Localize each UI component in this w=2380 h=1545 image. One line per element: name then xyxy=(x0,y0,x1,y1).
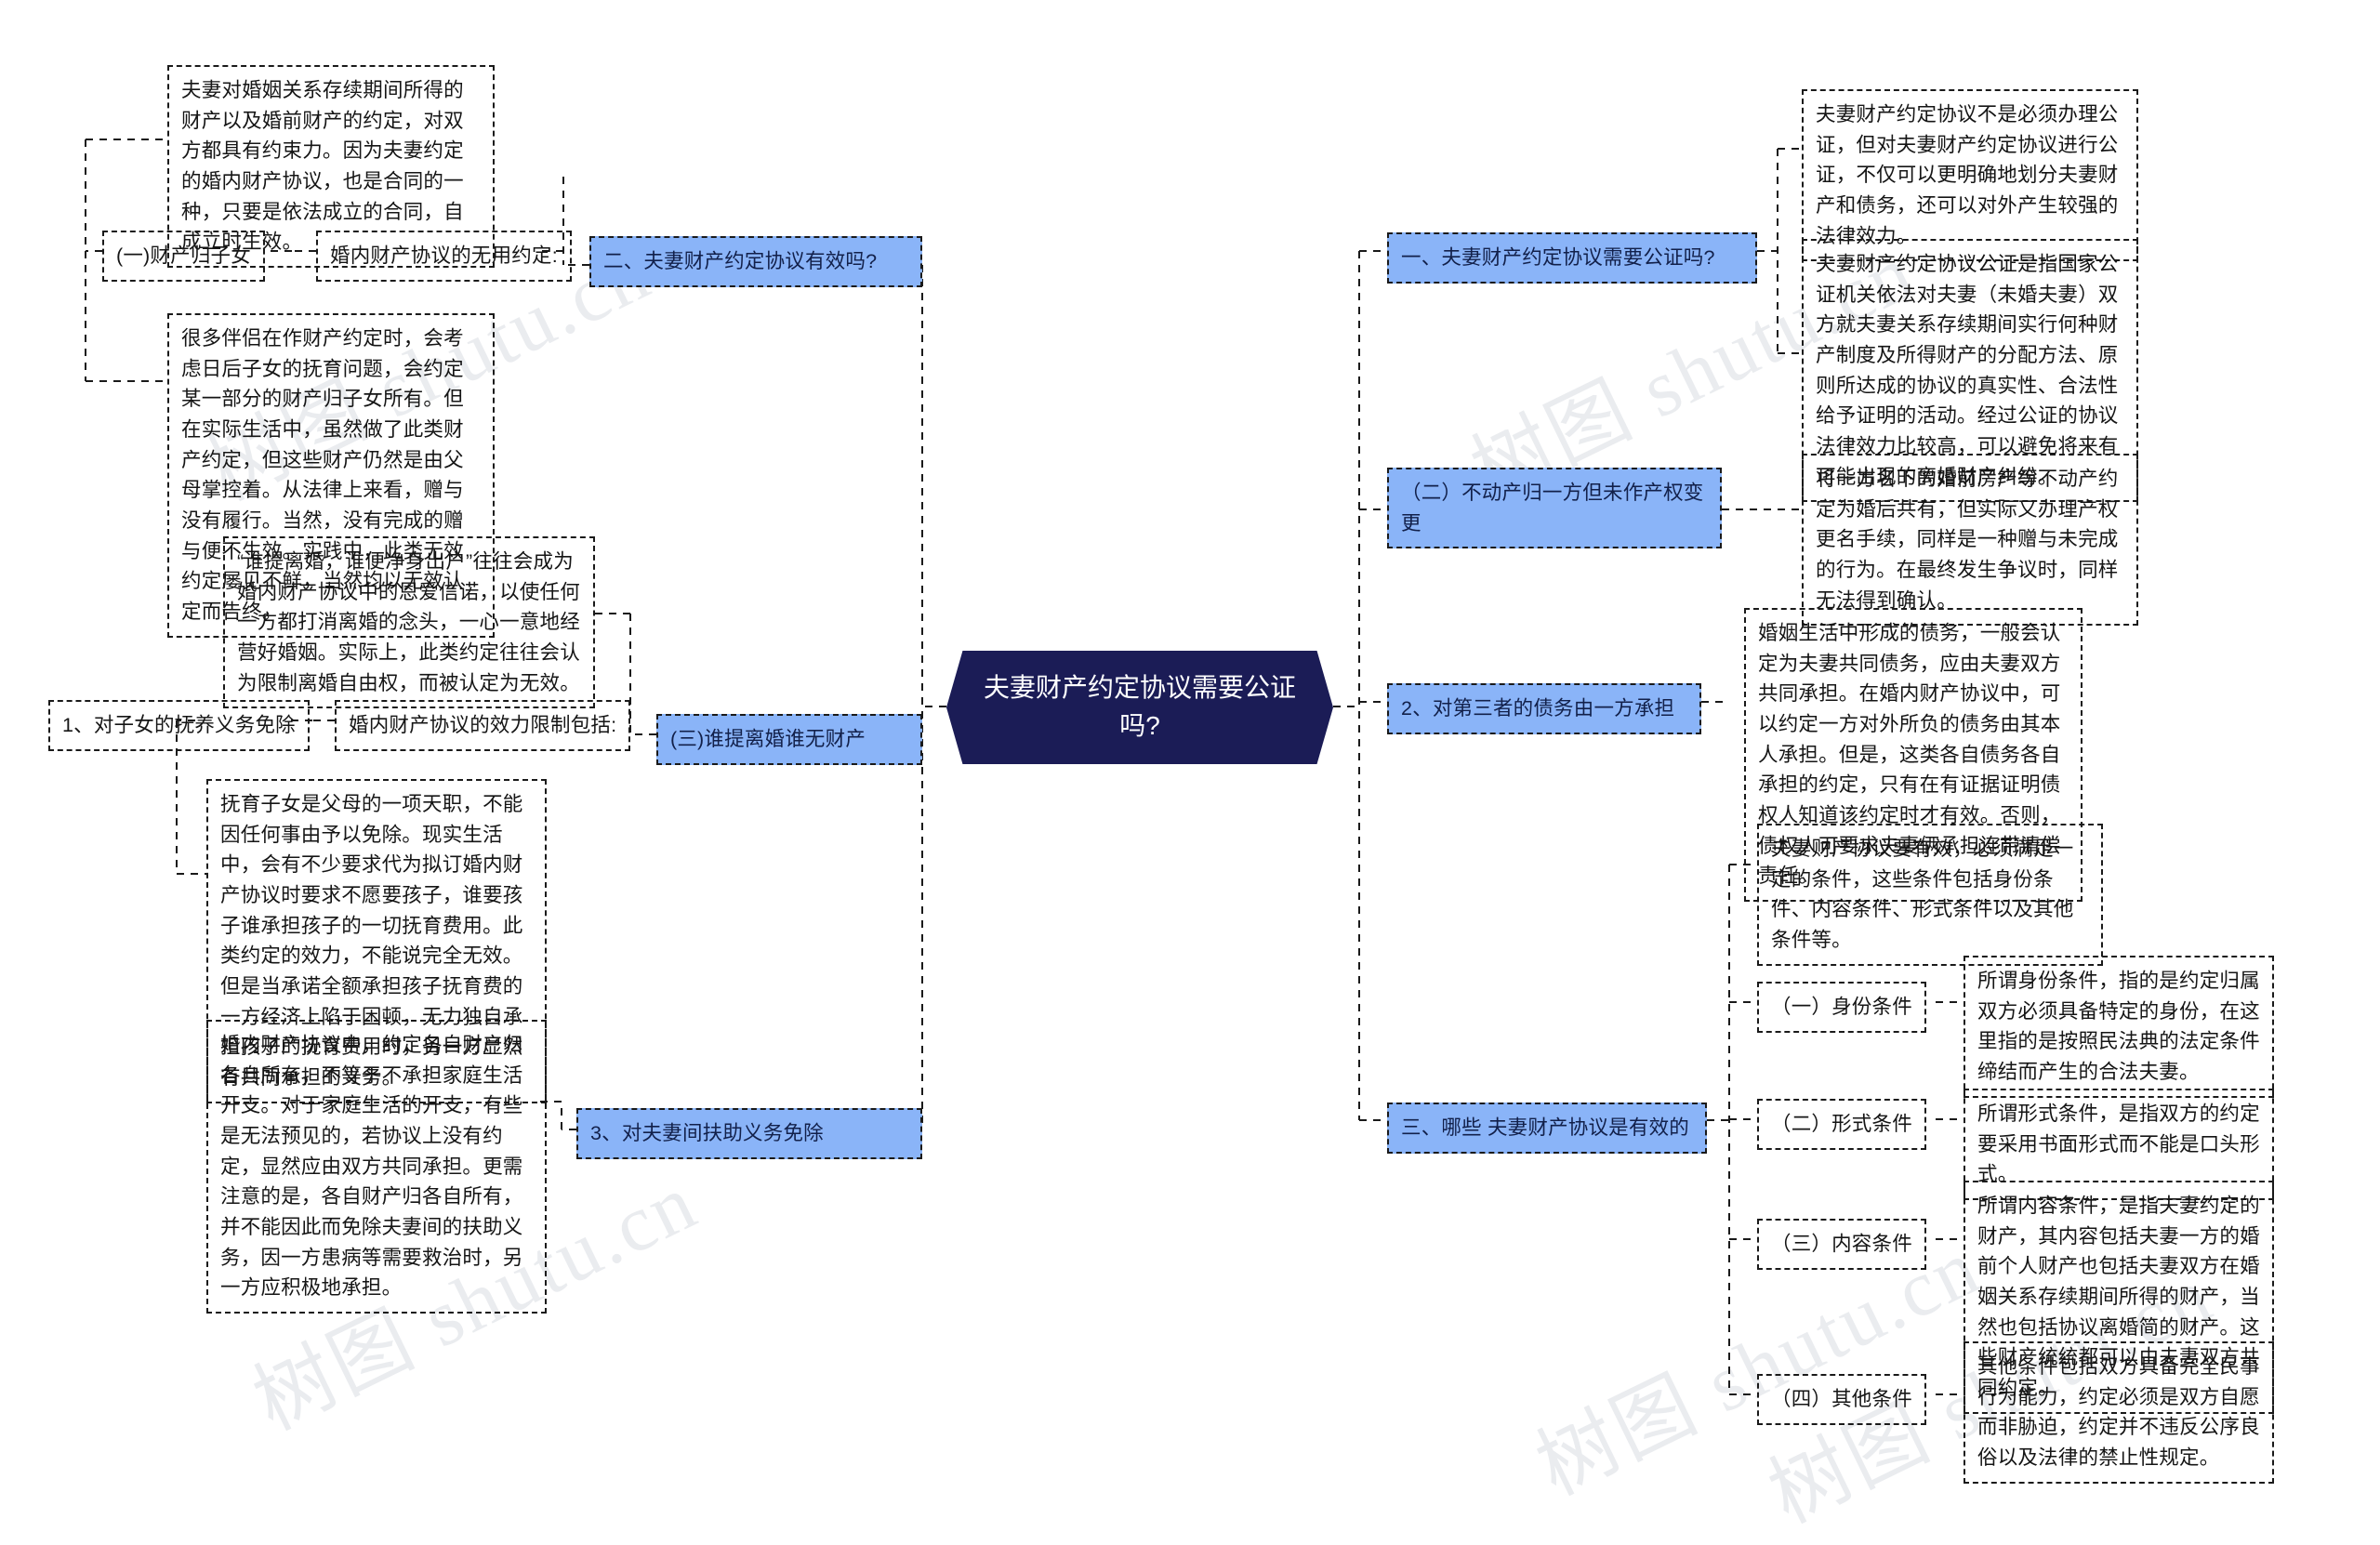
right-detail-condition-other: 其他条件包括双方具备完全民事行为能力，约定必须是双方自愿而非胁迫，约定并不违反公… xyxy=(1964,1341,2274,1484)
left-detail-spousal-support-exempt: 婚内财产协议中，约定各自财产归各自所有，不等于不承担家庭生活开支。对于家庭生活的… xyxy=(206,1020,547,1314)
right-topic-need-notarization-label: 一、夫妻财产约定协议需要公证吗? xyxy=(1401,246,1715,269)
right-detail-valid-conditions-summary: 夫妻财产协议要有效，必须满足一定的条件，这些条件包括身份条件、内容条件、形式条件… xyxy=(1757,824,2103,966)
mindmap-canvas: 树图 shutu.cn 树图 shutu.cn 树图 shutu.cn 树图 s… xyxy=(0,0,2380,1539)
right-condition-identity-label: （一）身份条件 xyxy=(1771,996,1912,1018)
right-detail-realestate-no-transfer: 将一方名下的婚前房产等不动产约定为婚后共有，但实际又办理产权更名手续，同样是一种… xyxy=(1802,454,2138,627)
left-topic-agreement-valid-label: 二、夫妻财产约定协议有效吗? xyxy=(603,250,878,272)
left-group-validity-limits-label: 婚内财产协议的效力限制包括: xyxy=(349,714,617,736)
left-topic-agreement-valid[interactable]: 二、夫妻财产约定协议有效吗? xyxy=(589,236,922,287)
right-condition-content-label: （三）内容条件 xyxy=(1771,1233,1912,1255)
left-group-validity-limits[interactable]: 婚内财产协议的效力限制包括: xyxy=(335,700,631,751)
right-topic-third-party-debt-label: 2、对第三者的债务由一方承担 xyxy=(1401,697,1675,720)
right-topic-need-notarization[interactable]: 一、夫妻财产约定协议需要公证吗? xyxy=(1387,232,1757,284)
center-topic-label: 夫妻财产约定协议需要公证吗? xyxy=(984,673,1297,740)
right-condition-identity[interactable]: （一）身份条件 xyxy=(1757,982,1926,1033)
right-detail-condition-form-text: 所谓形式条件，是指双方的约定要采用书面形式而不能是口头形式。 xyxy=(1977,1103,2260,1186)
left-detail-who-asks-divorce-text: “谁提离婚，谁便净身出户”往往会成为婚内财产协议中的恩爱信诺，以使任何一方都打消… xyxy=(237,550,580,694)
left-detail-binding-force: 夫妻对婚姻关系存续期间所得的财产以及婚前财产的约定，对双方都具有约束力。因为夫妻… xyxy=(167,65,495,269)
right-topic-valid-agreements[interactable]: 三、哪些 夫妻财产协议是有效的 xyxy=(1387,1103,1707,1154)
left-topic-spousal-support-exempt-label: 3、对夫妻间扶助义务免除 xyxy=(590,1122,824,1144)
center-topic[interactable]: 夫妻财产约定协议需要公证吗? xyxy=(946,651,1333,764)
right-detail-notarization-optional-text: 夫妻财产约定协议不是必须办理公证，但对夫妻财产约定协议进行公证，不仅可以更明确地… xyxy=(1816,103,2119,247)
right-detail-notarization-definition-text: 夫妻财产约定协议公证是指国家公证机关依法对夫妻（未婚夫妻）双方就夫妻关系存续期间… xyxy=(1816,253,2119,488)
right-condition-content[interactable]: （三）内容条件 xyxy=(1757,1219,1926,1270)
right-detail-valid-conditions-summary-text: 夫妻财产协议要有效，必须满足一定的条件，这些条件包括身份条件、内容条件、形式条件… xyxy=(1771,838,2074,952)
left-topic-who-asks-divorce[interactable]: (三)谁提离婚谁无财产 xyxy=(656,714,922,765)
left-topic-who-asks-divorce-label: (三)谁提离婚谁无财产 xyxy=(670,728,866,750)
right-detail-notarization-optional: 夫妻财产约定协议不是必须办理公证，但对夫妻财产约定协议进行公证，不仅可以更明确地… xyxy=(1802,89,2138,262)
right-topic-third-party-debt[interactable]: 2、对第三者的债务由一方承担 xyxy=(1387,683,1701,734)
right-topic-realestate-no-transfer-label: （二）不动产归一方但未作产权变更 xyxy=(1401,482,1704,535)
left-detail-who-asks-divorce: “谁提离婚，谁便净身出户”往往会成为婚内财产协议中的恩爱信诺，以使任何一方都打消… xyxy=(223,536,595,709)
right-detail-condition-other-text: 其他条件包括双方具备完全民事行为能力，约定必须是双方自愿而非胁迫，约定并不违反公… xyxy=(1977,1355,2260,1470)
left-item-child-support-exempt[interactable]: 1、对子女的抚养义务免除 xyxy=(48,700,310,751)
left-detail-binding-force-text: 夫妻对婚姻关系存续期间所得的财产以及婚前财产的约定，对双方都具有约束力。因为夫妻… xyxy=(181,79,464,254)
right-condition-form[interactable]: （二）形式条件 xyxy=(1757,1099,1926,1150)
right-condition-form-label: （二）形式条件 xyxy=(1771,1113,1912,1135)
right-topic-realestate-no-transfer[interactable]: （二）不动产归一方但未作产权变更 xyxy=(1387,468,1722,549)
left-topic-spousal-support-exempt[interactable]: 3、对夫妻间扶助义务免除 xyxy=(576,1108,922,1159)
right-detail-realestate-no-transfer-text: 将一方名下的婚前房产等不动产约定为婚后共有，但实际又办理产权更名手续，同样是一种… xyxy=(1816,468,2119,612)
left-item-child-support-exempt-label: 1、对子女的抚养义务免除 xyxy=(62,714,296,736)
right-detail-condition-identity-text: 所谓身份条件，指的是约定归属双方必须具备特定的身份，在这里指的是按照民法典的法定… xyxy=(1977,970,2260,1084)
right-topic-valid-agreements-label: 三、哪些 夫妻财产协议是有效的 xyxy=(1401,1116,1689,1139)
right-condition-other-label: （四）其他条件 xyxy=(1771,1388,1912,1410)
left-detail-spousal-support-exempt-text: 婚内财产协议中，约定各自财产归各自所有，不等于不承担家庭生活开支。对于家庭生活的… xyxy=(220,1034,523,1300)
right-detail-condition-identity: 所谓身份条件，指的是约定归属双方必须具备特定的身份，在这里指的是按照民法典的法定… xyxy=(1964,956,2274,1098)
right-condition-other[interactable]: （四）其他条件 xyxy=(1757,1374,1926,1425)
